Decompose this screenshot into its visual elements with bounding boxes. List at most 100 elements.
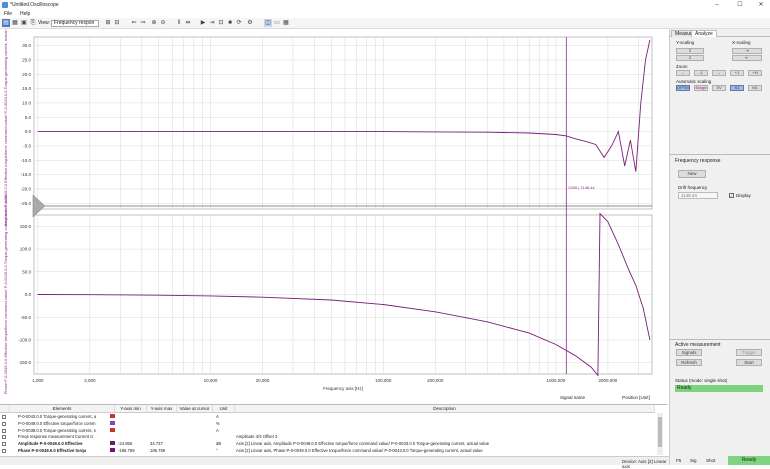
row-checkbox[interactable] — [2, 428, 6, 433]
cell-name: P-0-0049.0.0 Effective torque/force comm — [18, 420, 96, 426]
x-expand-button[interactable]: ⇥ — [732, 48, 762, 54]
sig-status: Sig — [690, 458, 697, 463]
pan-left-icon[interactable]: ⇐ — [130, 19, 138, 27]
x-shrink-button[interactable]: ⇤ — [732, 55, 762, 61]
cell-desc: Amplitude 4/3 Offset 3 — [236, 434, 278, 440]
y-expand-button[interactable]: ↥ — [676, 48, 704, 54]
row-checkbox[interactable] — [2, 415, 6, 419]
record-icon[interactable]: ⊡ — [217, 19, 225, 27]
close-button[interactable]: ✕ — [754, 1, 768, 9]
zoom-button-1[interactable]: -- — [676, 70, 690, 76]
color-swatch[interactable] — [110, 420, 115, 425]
x-tick-label: 200,000 — [427, 378, 444, 383]
menu-help[interactable]: Help — [20, 11, 30, 17]
play-icon[interactable]: ▶ — [199, 19, 207, 27]
tab-analyze[interactable]: Analyze — [691, 30, 717, 37]
zoom-out-icon[interactable]: ⊖ — [159, 19, 167, 27]
column-header-unit[interactable]: Unit — [213, 405, 235, 413]
table-scrollbar[interactable] — [657, 413, 663, 455]
split-view-icon[interactable]: ◫ — [264, 19, 272, 27]
signals-button[interactable]: Signals — [676, 349, 702, 356]
table-row[interactable]: P-0-0038.0.0 Torque-generating current, … — [0, 427, 660, 434]
row-checkbox[interactable] — [2, 442, 6, 447]
cell-name: P-0-0043.0.0 Torque-generating current, … — [18, 414, 97, 419]
table-row[interactable]: P-0-0043.0.0 Torque-generating current, … — [0, 414, 660, 420]
refresh-button[interactable]: Refresh — [676, 359, 702, 366]
auto-optim-button[interactable]: OPTIM — [676, 85, 690, 91]
refresh-icon[interactable]: ⟳ — [235, 19, 243, 27]
view-select[interactable]: Frequency respon — [51, 20, 99, 27]
menu-file[interactable]: File — [4, 11, 12, 17]
zoom-button-4[interactable]: +1 — [730, 70, 744, 76]
y-tick-label: -25.0 — [21, 201, 32, 206]
auto-sv-button[interactable]: SV — [712, 85, 726, 91]
divider — [670, 339, 770, 340]
drift-frequency-field[interactable]: 1148.44 — [678, 192, 718, 199]
open-icon[interactable]: ⎘ — [29, 19, 37, 27]
step-icon[interactable]: ⇥ — [208, 19, 216, 27]
grid-view-icon[interactable]: ▦ — [282, 19, 290, 27]
cursor-icon[interactable]: ⊞ — [104, 19, 112, 27]
row-checkbox[interactable] — [2, 435, 6, 440]
table-icon[interactable]: ▦ — [11, 19, 19, 27]
display-checkbox[interactable]: ✓ — [729, 193, 734, 198]
cursor-options-icon[interactable]: ⊟ — [113, 19, 121, 27]
column-header-elements[interactable]: Elements — [10, 405, 115, 413]
pan-right-icon[interactable]: ⇒ — [139, 19, 147, 27]
frequency-response-plot[interactable]: 30.0 25.0 20.0 15.0 10.0 5.0 0.0 -5.0 -10.0 -15.0… — [0, 19, 667, 404]
auto-m1-button[interactable]: M1 — [748, 85, 762, 91]
signal-name-label: Signal name — [560, 395, 586, 400]
row-checkbox[interactable] — [2, 449, 6, 453]
column-header-y-min[interactable]: Y-axis min — [115, 405, 147, 413]
y-tick-label: 15.0 — [22, 86, 31, 91]
column-header-description[interactable]: Description — [235, 405, 655, 413]
marker-range-icon[interactable]: ⇹ — [184, 19, 192, 27]
title-bar: *Untitled.Oscilloscope – ☐ ✕ — [0, 0, 770, 10]
column-header-value-cursor[interactable]: Value at cursor — [177, 405, 213, 413]
zoom-button-2[interactable]: -1 — [694, 70, 708, 76]
table-row[interactable]: Phase P-0-0049.0.0 Effective torqu -186.7… — [0, 448, 660, 454]
layout-icon[interactable]: ▤ — [2, 19, 10, 27]
y-shrink-button[interactable]: ↧ — [676, 55, 704, 61]
y-tick-label: 30.0 — [22, 43, 31, 48]
single-view-icon[interactable]: ▭ — [273, 19, 281, 27]
save-icon[interactable]: ▣ — [20, 19, 28, 27]
column-header-select — [0, 405, 10, 413]
table-row[interactable]: Amplitude P-0-0049.0.0 Effective -24.956 3… — [0, 441, 660, 447]
minimize-button[interactable]: – — [710, 1, 724, 9]
status-mode-label: Status (mode: single shot) — [675, 378, 728, 383]
color-swatch[interactable] — [110, 441, 115, 446]
color-swatch[interactable] — [110, 448, 115, 452]
marker-icon[interactable]: ‖ — [175, 19, 183, 27]
new-button[interactable]: New — [678, 170, 706, 178]
scrollbar-thumb[interactable] — [658, 417, 662, 447]
color-swatch[interactable] — [110, 427, 115, 432]
app-icon — [2, 2, 8, 8]
maximize-button[interactable]: ☐ — [733, 1, 747, 9]
zoom-button-3[interactable]: -- — [712, 70, 726, 76]
trigger-button[interactable]: Trigger — [736, 349, 762, 356]
panel-tabs: Measure Analyze — [670, 29, 770, 37]
start-button[interactable]: Start — [736, 359, 762, 366]
plot-area[interactable]: 30.0 25.0 20.0 15.0 10.0 5.0 0.0 -5.0 -10.0 -15.0… — [0, 19, 667, 404]
table-row[interactable]: Freqs response measurement Current ct Amp… — [0, 434, 660, 440]
table-row[interactable]: P-0-0049.0.0 Effective torque/force comm… — [0, 420, 660, 427]
auto-edge-button[interactable]: Eckge — [694, 85, 708, 91]
x-axis-title: Frequency axis [Hz] — [323, 386, 363, 391]
status-bar-right: F5 Sig Shot — [672, 456, 728, 465]
cell-unit: A — [216, 414, 219, 419]
y-tick-label: 0.0 — [25, 292, 32, 297]
zoom-button-5[interactable]: +N — [748, 70, 762, 76]
stop-icon[interactable]: ■ — [226, 19, 234, 27]
freq-response-title: Frequency response — [675, 158, 721, 164]
row-checkbox[interactable] — [2, 421, 6, 426]
cell-max: 34.737 — [150, 441, 163, 447]
auto-s1-button[interactable]: S1 — [730, 85, 744, 91]
status-indicator: Ready — [675, 385, 763, 392]
y-tick-label: -50.0 — [21, 315, 32, 320]
settings-icon[interactable]: ⚙ — [246, 19, 254, 27]
zoom-icon[interactable]: ⊕ — [150, 19, 158, 27]
column-header-y-max[interactable]: Y-axis max — [147, 405, 177, 413]
x-tick-label: 2000,000 — [599, 378, 618, 383]
color-swatch[interactable] — [110, 414, 115, 418]
